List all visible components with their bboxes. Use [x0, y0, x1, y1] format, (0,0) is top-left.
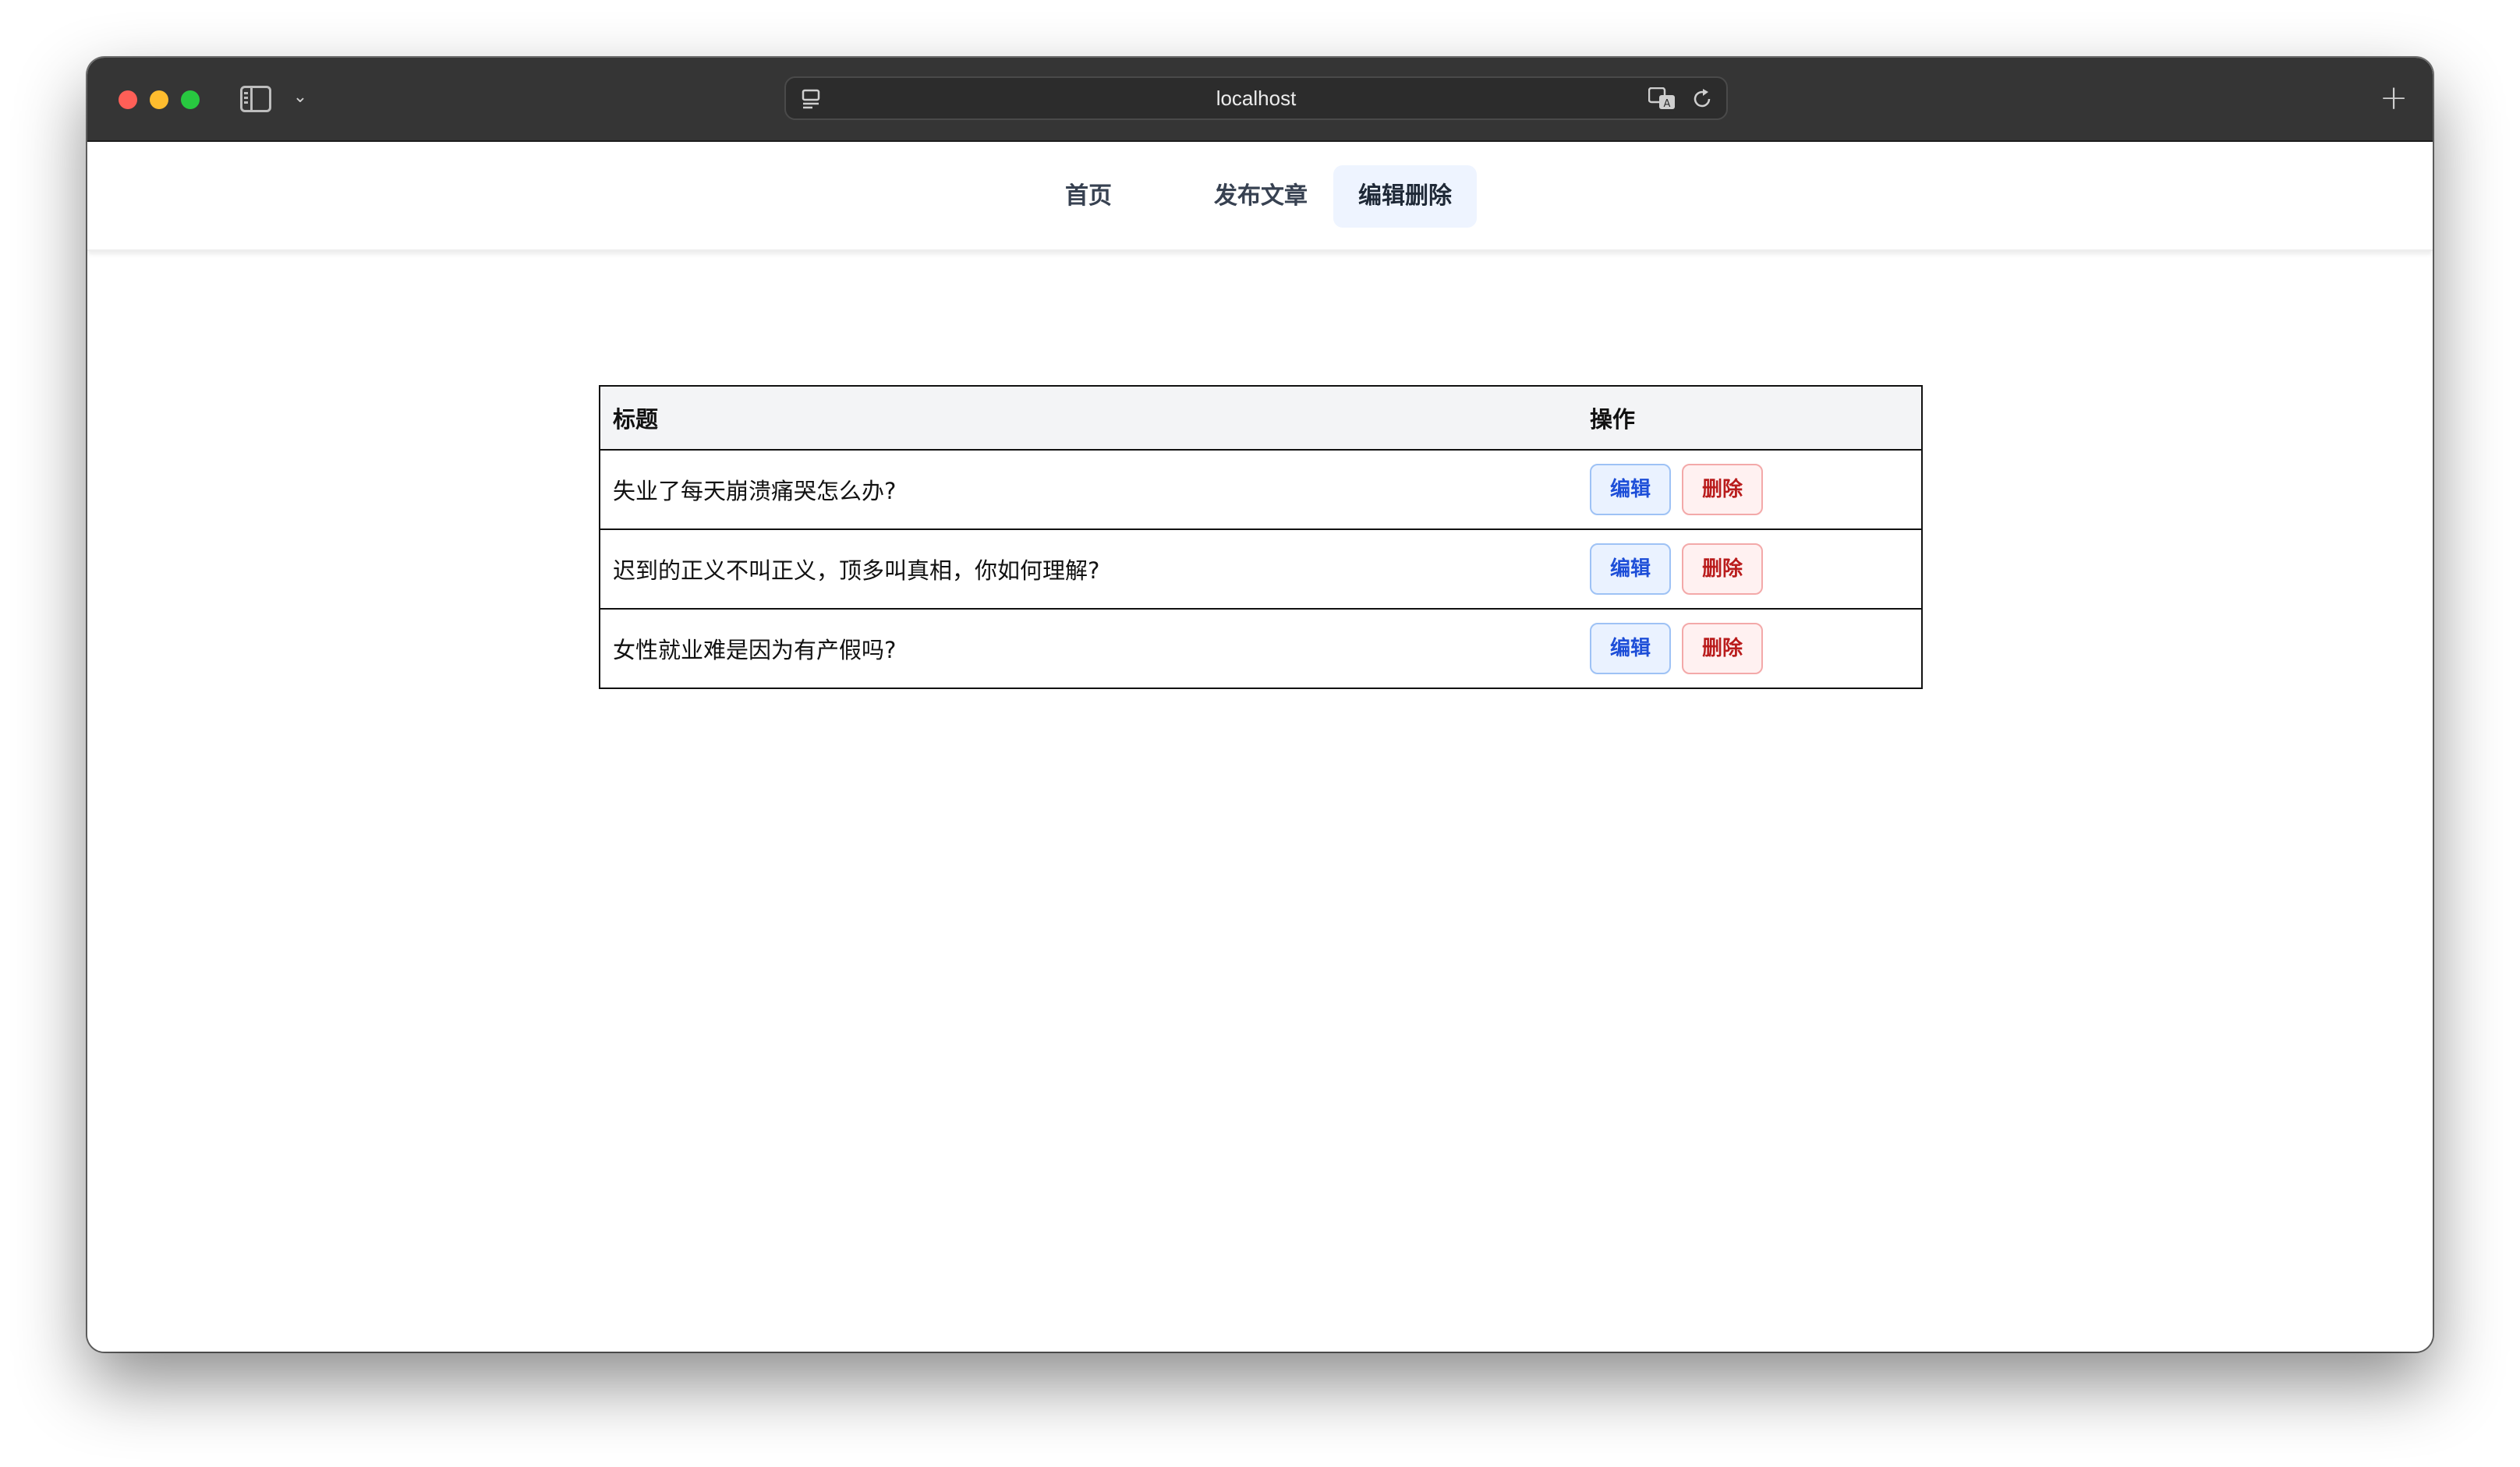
zoom-window-button[interactable] — [181, 90, 200, 109]
reload-icon[interactable] — [1690, 87, 1714, 111]
nav-item-home[interactable]: 首页 — [1040, 165, 1137, 228]
close-window-button[interactable] — [119, 90, 137, 109]
article-title: 失业了每天崩溃痛哭怎么办? — [599, 449, 1577, 530]
svg-text:A: A — [1664, 98, 1671, 110]
edit-button[interactable]: 编辑 — [1590, 543, 1672, 595]
minimize-window-button[interactable] — [150, 90, 168, 109]
nav-item-publish-article[interactable]: 发布文章 — [1189, 165, 1333, 228]
plus-icon[interactable]: + — [2377, 81, 2411, 115]
delete-button[interactable]: 删除 — [1682, 543, 1764, 595]
column-header-title: 标题 — [599, 385, 1577, 451]
desktop-background: ⌄ localhost A + 首页 发布文章 编辑删除 标题 操作 失业了每天… — [0, 0, 2520, 1467]
chevron-down-icon[interactable]: ⌄ — [288, 86, 312, 109]
row-actions: 编辑 删除 — [1577, 608, 1923, 689]
row-actions: 编辑 删除 — [1577, 449, 1923, 530]
delete-button[interactable]: 删除 — [1682, 623, 1764, 674]
table-row: 迟到的正义不叫正义，顶多叫真相，你如何理解? 编辑 删除 — [599, 528, 1923, 610]
articles-table-container: 标题 操作 失业了每天崩溃痛哭怎么办? 编辑 删除 迟到的正义不叫正义，顶多叫真… — [599, 385, 1923, 689]
translate-icon[interactable]: A — [1648, 87, 1676, 111]
top-navbar: 首页 发布文章 编辑删除 — [87, 142, 2433, 251]
page-content: 首页 发布文章 编辑删除 标题 操作 失业了每天崩溃痛哭怎么办? 编辑 删除 迟… — [87, 142, 2433, 1352]
nav-item-edit-delete[interactable]: 编辑删除 — [1333, 165, 1477, 228]
edit-button[interactable]: 编辑 — [1590, 623, 1672, 674]
articles-table: 标题 操作 失业了每天崩溃痛哭怎么办? 编辑 删除 迟到的正义不叫正义，顶多叫真… — [599, 385, 1923, 689]
url-text[interactable]: localhost — [786, 78, 1726, 118]
table-row: 失业了每天崩溃痛哭怎么办? 编辑 删除 — [599, 449, 1923, 530]
column-header-actions: 操作 — [1577, 385, 1923, 451]
address-bar[interactable]: localhost A — [784, 76, 1728, 120]
edit-button[interactable]: 编辑 — [1590, 464, 1672, 515]
row-actions: 编辑 删除 — [1577, 528, 1923, 610]
browser-toolbar: ⌄ localhost A + — [87, 58, 2433, 142]
delete-button[interactable]: 删除 — [1682, 464, 1764, 515]
sidebar-icon[interactable] — [240, 86, 271, 112]
table-header-row: 标题 操作 — [599, 385, 1923, 451]
browser-window: ⌄ localhost A + 首页 发布文章 编辑删除 标题 操作 失业了每天… — [87, 58, 2433, 1352]
article-title: 迟到的正义不叫正义，顶多叫真相，你如何理解? — [599, 528, 1577, 610]
article-title: 女性就业难是因为有产假吗? — [599, 608, 1577, 689]
table-row: 女性就业难是因为有产假吗? 编辑 删除 — [599, 608, 1923, 689]
